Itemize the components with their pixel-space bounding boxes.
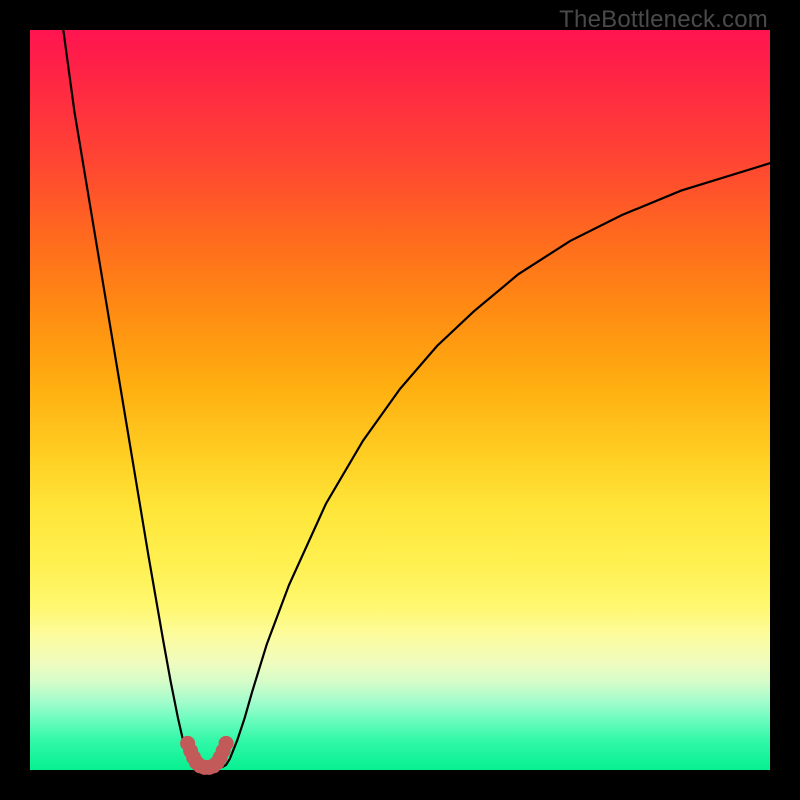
right-branch-curve xyxy=(222,163,770,767)
left-branch-curve xyxy=(63,30,196,767)
chart-svg xyxy=(30,30,770,770)
marker-dot xyxy=(219,736,234,751)
plot-area xyxy=(30,30,770,770)
bottom-u-marker xyxy=(180,736,233,775)
chart-frame: TheBottleneck.com xyxy=(0,0,800,800)
